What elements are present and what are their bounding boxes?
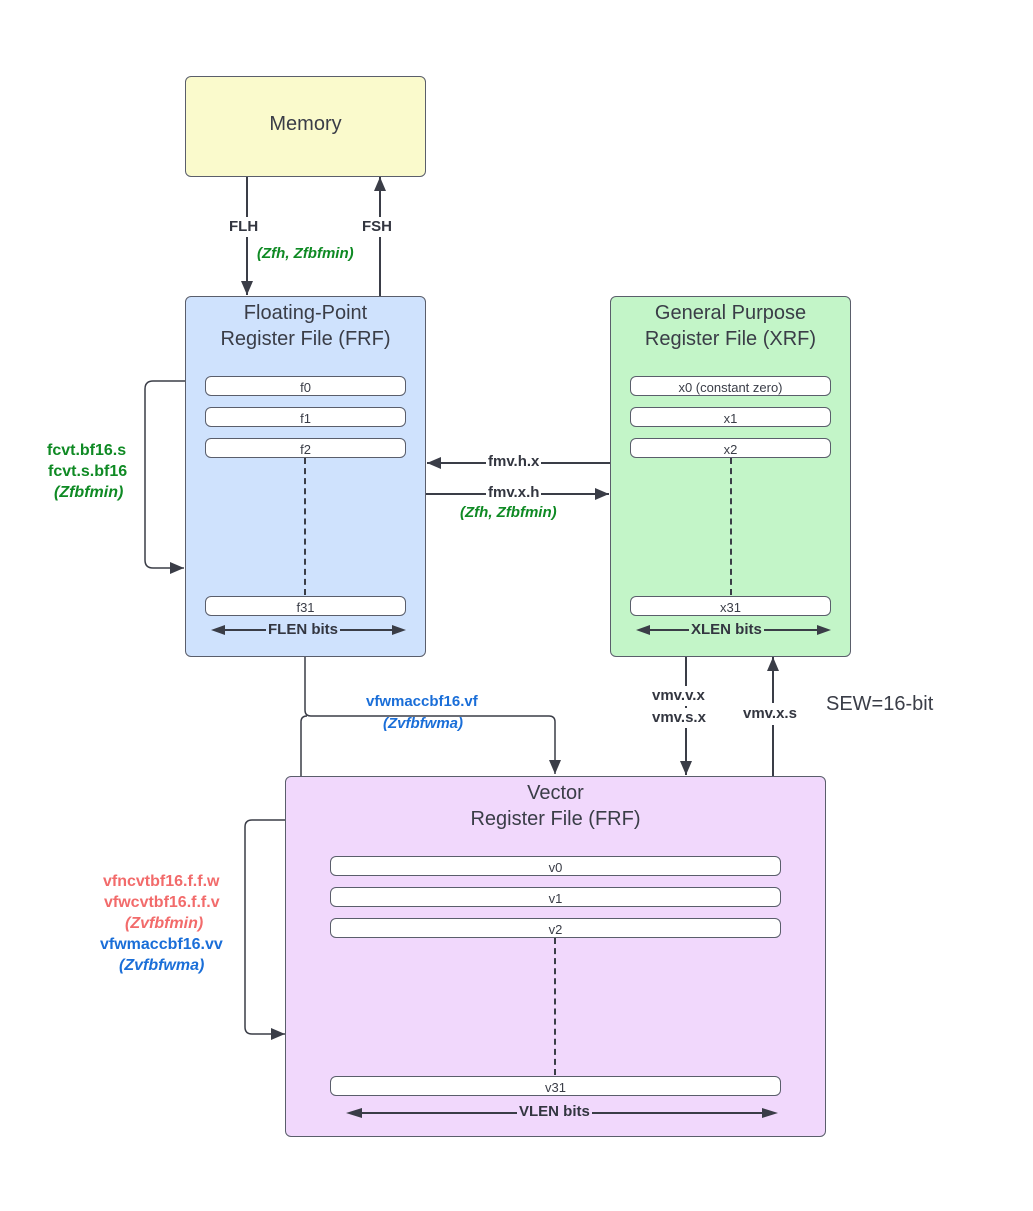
register-ellipsis-line	[304, 458, 306, 595]
register-x0: x0 (constant zero)	[630, 376, 831, 396]
fmv-extension-label: (Zfh, Zfbfmin)	[460, 504, 557, 521]
fmv-x-h-label: fmv.x.h	[486, 483, 542, 503]
vrf-self-label-2: vfwcvtbf16.f.f.v	[104, 894, 220, 911]
register-x31: x31	[630, 596, 831, 616]
register-v0: v0	[330, 856, 781, 876]
register-v31: v31	[330, 1076, 781, 1096]
register-f1: f1	[205, 407, 406, 427]
register-v1: v1	[330, 887, 781, 907]
vlen-label: VLEN bits	[517, 1103, 592, 1121]
frf-self-loop	[144, 380, 185, 574]
xrf-block: General Purpose Register File (XRF) x0 (…	[610, 296, 851, 657]
vmv-v-x-label: vmv.v.x	[652, 686, 705, 706]
frf-title-line2: Register File (FRF)	[220, 328, 391, 350]
fmv-h-x-label: fmv.h.x	[486, 452, 542, 472]
register-f2: f2	[205, 438, 406, 458]
vrf-title-line2: Register File (FRF)	[470, 808, 641, 830]
vmv-x-s-label: vmv.x.s	[743, 703, 797, 725]
vrf-block: Vector Register File (FRF) v0 v1 v2 v31 …	[285, 776, 826, 1137]
memory-block: Memory	[185, 76, 426, 177]
register-ellipsis-line	[554, 938, 556, 1075]
fsh-label: FSH	[362, 217, 392, 237]
frf-to-vrf-branch	[300, 715, 308, 776]
register-x1: x1	[630, 407, 831, 427]
vrf-self-loop	[244, 819, 286, 1040]
frf-self-extension: (Zfbfmin)	[54, 484, 124, 501]
xlen-label: XLEN bits	[689, 621, 764, 639]
vrf-self-extension-1: (Zvfbfmin)	[125, 915, 204, 932]
vfwmaccbf16-vf-label: vfwmaccbf16.vf	[362, 692, 482, 712]
register-f0: f0	[205, 376, 406, 396]
register-f31: f31	[205, 596, 406, 616]
vrf-self-label-3: vfwmaccbf16.vv	[100, 936, 223, 953]
register-v2: v2	[330, 918, 781, 938]
vrf-title-line1: Vector	[527, 782, 584, 804]
register-x2: x2	[630, 438, 831, 458]
vfwmaccbf16-vf-extension: (Zvfbfwma)	[383, 715, 463, 732]
xrf-title-line2: Register File (XRF)	[644, 328, 817, 350]
vrf-self-extension-2: (Zvfbfwma)	[119, 957, 205, 974]
sew-note: SEW=16-bit	[826, 693, 934, 715]
mem-extension-label: (Zfh, Zfbfmin)	[257, 245, 354, 262]
vmv-s-x-label: vmv.s.x	[652, 708, 706, 728]
flh-label: FLH	[229, 217, 259, 237]
memory-title: Memory	[269, 113, 342, 135]
frf-self-label-2: fcvt.s.bf16	[48, 463, 128, 480]
frf-self-label-1: fcvt.bf16.s	[47, 442, 127, 459]
frf-title-line1: Floating-Point	[243, 302, 368, 324]
register-ellipsis-line	[730, 458, 732, 595]
frf-block: Floating-Point Register File (FRF) f0 f1…	[185, 296, 426, 657]
flen-label: FLEN bits	[266, 621, 340, 639]
xrf-title-line1: General Purpose	[654, 302, 807, 324]
vrf-self-label-1: vfncvtbf16.f.f.w	[103, 873, 220, 890]
